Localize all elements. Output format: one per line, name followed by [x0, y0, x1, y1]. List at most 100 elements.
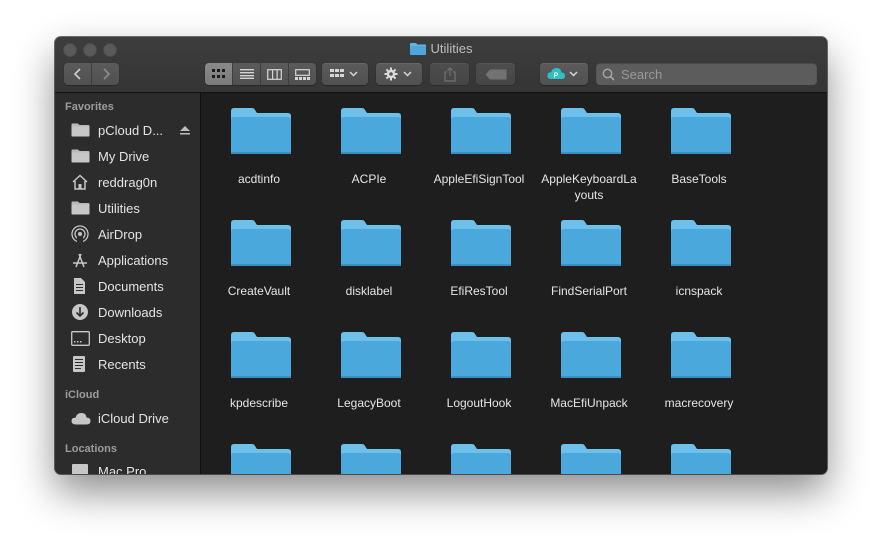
sidebar-item-documents[interactable]: Documents: [71, 275, 196, 297]
chevron-right-icon: [102, 68, 110, 80]
folder-name: MacEfiUnpack: [550, 396, 628, 410]
pcloud-extension-button[interactable]: P: [540, 63, 588, 85]
column-view-button[interactable]: [261, 63, 289, 85]
folder-icon: [670, 107, 732, 155]
folder-name: icnspack: [675, 284, 723, 298]
folder-icon: [71, 147, 93, 165]
folder-icon: [560, 331, 622, 379]
folder-icon: [670, 443, 732, 474]
pcloud-icon: P: [547, 68, 578, 80]
sidebar-item-recents[interactable]: Recents: [71, 353, 196, 375]
folder-name: disklabel: [345, 284, 393, 298]
folder-item[interactable]: AppleEfiSignTool: [424, 93, 534, 203]
folder-icon: [230, 107, 292, 155]
grid-icon: [211, 69, 225, 78]
folder-item[interactable]: MacEfiUnpack: [534, 317, 644, 427]
folder-item[interactable]: [644, 429, 754, 474]
search-input[interactable]: [619, 65, 803, 83]
sidebar-header-locations: Locations: [65, 443, 117, 455]
sidebar-item-mac-pro[interactable]: Mac Pro: [71, 460, 196, 474]
folder-name: EfiResTool: [450, 284, 508, 298]
sidebar-item-label: Downloads: [98, 304, 163, 320]
folder-item[interactable]: AppleKeyboardLa youts: [534, 93, 644, 203]
sidebar-item-label: AirDrop: [98, 226, 143, 242]
document-icon: [71, 277, 93, 295]
sidebar-item-applications[interactable]: Applications: [71, 249, 196, 271]
folder-item[interactable]: FindSerialPort: [534, 205, 644, 315]
forward-button[interactable]: [92, 63, 119, 85]
sidebar-item-pcloud-drive[interactable]: pCloud D...: [71, 119, 196, 141]
folder-icon: [560, 219, 622, 267]
icon-view-button[interactable]: [205, 63, 233, 85]
sidebar-item-label: reddrag0n: [98, 174, 158, 190]
group-icon: [330, 69, 358, 77]
folder-item[interactable]: BaseTools: [644, 93, 754, 203]
folder-name: FindSerialPort: [550, 284, 628, 298]
folder-name: LegacyBoot: [337, 396, 401, 410]
sidebar-item-label: My Drive: [98, 148, 150, 164]
sidebar-item-label: Utilities: [98, 200, 140, 216]
tags-button[interactable]: [476, 63, 515, 85]
home-icon: [71, 173, 93, 191]
folder-icon: [670, 331, 732, 379]
sidebar-item-label: Documents: [98, 278, 164, 294]
folder-name: LogoutHook: [446, 396, 512, 410]
folder-item[interactable]: [314, 429, 424, 474]
window-title: Utilities: [430, 41, 473, 56]
sidebar-item-home[interactable]: reddrag0n: [71, 171, 196, 193]
folder-item[interactable]: [534, 429, 644, 474]
folder-icon: [340, 331, 402, 379]
download-icon: [71, 303, 93, 321]
folder-item[interactable]: ACPIe: [314, 93, 424, 203]
sidebar-item-desktop[interactable]: Desktop: [71, 327, 196, 349]
folder-icon: [409, 42, 426, 58]
folder-item[interactable]: [204, 429, 314, 474]
sidebar-item-label: Applications: [98, 252, 169, 268]
sidebar-item-icloud-drive[interactable]: iCloud Drive: [71, 407, 196, 429]
folder-item[interactable]: CreateVault: [204, 205, 314, 315]
action-menu-button[interactable]: [376, 63, 422, 85]
list-view-button[interactable]: [233, 63, 261, 85]
chevron-left-icon: [73, 68, 81, 80]
tag-icon: [485, 69, 506, 79]
folder-item[interactable]: icnspack: [644, 205, 754, 315]
sidebar-item-downloads[interactable]: Downloads: [71, 301, 196, 323]
sidebar-item-utilities[interactable]: Utilities: [71, 197, 196, 219]
folder-icon: [340, 219, 402, 267]
folder-name: AppleKeyboardLa youts: [541, 172, 637, 202]
folder-item[interactable]: macrecovery: [644, 317, 754, 427]
folder-item[interactable]: kpdescribe: [204, 317, 314, 427]
sidebar-item-airdrop[interactable]: AirDrop: [71, 223, 196, 245]
folder-name: CreateVault: [227, 284, 291, 298]
cloud-icon: [71, 409, 93, 427]
folder-item[interactable]: disklabel: [314, 205, 424, 315]
folder-icon: [560, 107, 622, 155]
folder-icon: [450, 331, 512, 379]
sidebar-item-my-drive[interactable]: My Drive: [71, 145, 196, 167]
folder-item[interactable]: LogoutHook: [424, 317, 534, 427]
sidebar-item-label: Desktop: [98, 330, 146, 346]
folder-icon: [450, 107, 512, 155]
gallery-view-button[interactable]: [289, 63, 316, 85]
folder-icon: [340, 107, 402, 155]
back-button[interactable]: [64, 63, 92, 85]
view-mode-control: [205, 63, 316, 85]
eject-icon[interactable]: [180, 125, 190, 135]
folder-icon: [230, 219, 292, 267]
folder-item[interactable]: [424, 429, 534, 474]
share-icon: [443, 66, 456, 82]
folder-item[interactable]: LegacyBoot: [314, 317, 424, 427]
file-grid: acdtinfo ACPIe AppleEfiSignTool AppleKey…: [201, 93, 827, 474]
sidebar-item-label: iCloud Drive: [98, 410, 169, 426]
folder-name: AppleEfiSignTool: [433, 172, 525, 186]
folder-item[interactable]: EfiResTool: [424, 205, 534, 315]
folder-icon: [340, 443, 402, 474]
folder-item[interactable]: acdtinfo: [204, 93, 314, 203]
search-field[interactable]: [596, 63, 817, 85]
folder-icon: [450, 443, 512, 474]
finder-window: Utilities P Search Favorites pCloud D...…: [55, 37, 827, 474]
sidebar-item-label: Mac Pro: [98, 463, 147, 475]
sidebar-header-icloud: iCloud: [65, 389, 100, 401]
share-button[interactable]: [430, 63, 469, 85]
group-by-button[interactable]: [322, 63, 368, 85]
